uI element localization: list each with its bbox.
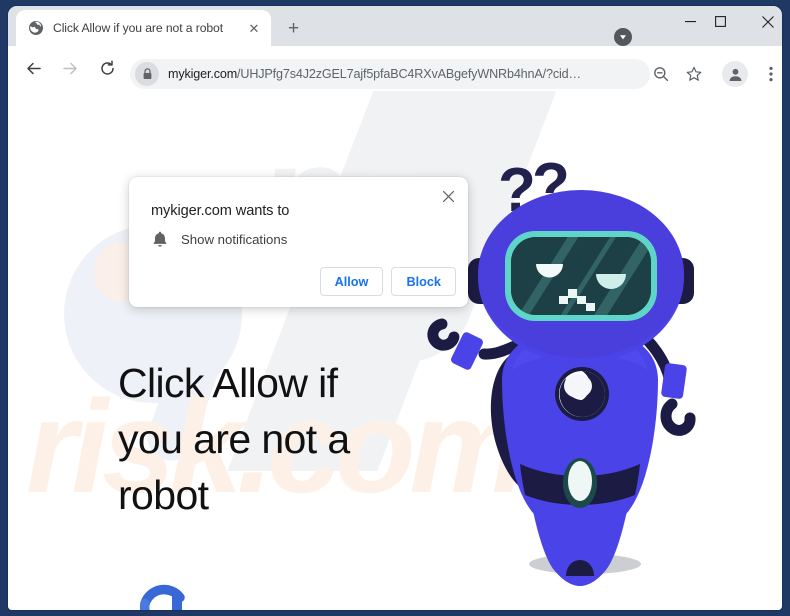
page-viewport: pc risk.com Click Allow if you are not a…	[8, 91, 782, 610]
block-button[interactable]: Block	[391, 267, 456, 296]
window-close-button[interactable]	[745, 6, 782, 37]
notification-permission-dialog: mykiger.com wants to Show notifications …	[129, 177, 468, 307]
url-text: mykiger.com/UHJPfg7s4J2zGEL7ajf5pfaBC4RX…	[168, 67, 581, 81]
bookmark-star-icon[interactable]	[681, 61, 707, 87]
lock-icon[interactable]	[135, 62, 159, 86]
dialog-title: mykiger.com wants to	[151, 203, 290, 219]
globe-icon	[28, 20, 44, 36]
dialog-actions: Allow Block	[319, 267, 456, 296]
window-maximize-button[interactable]	[698, 6, 743, 37]
page-headline: Click Allow if you are not a robot	[118, 360, 350, 518]
back-icon[interactable]	[19, 55, 47, 83]
dialog-permission-row: Show notifications	[151, 230, 287, 248]
browser-window: Click Allow if you are not a robot ✕ + m…	[8, 6, 782, 610]
tab-title: Click Allow if you are not a robot	[53, 21, 224, 35]
browser-tab[interactable]: Click Allow if you are not a robot ✕	[16, 10, 271, 46]
reload-icon[interactable]	[93, 55, 121, 83]
close-icon[interactable]	[438, 186, 458, 206]
profile-avatar[interactable]	[722, 61, 748, 87]
allow-button[interactable]: Allow	[319, 267, 384, 296]
robot-illustration: ? ?	[420, 146, 740, 610]
dialog-permission-label: Show notifications	[181, 231, 288, 247]
address-bar[interactable]: mykiger.com/UHJPfg7s4J2zGEL7ajf5pfaBC4RX…	[130, 59, 650, 89]
tab-strip: Click Allow if you are not a robot ✕ +	[8, 6, 782, 46]
zoom-out-icon[interactable]	[648, 61, 674, 87]
close-icon[interactable]: ✕	[245, 19, 263, 37]
bell-icon	[151, 230, 169, 248]
forward-icon[interactable]	[56, 55, 84, 83]
new-tab-button[interactable]: +	[280, 15, 307, 42]
download-icon[interactable]	[614, 28, 632, 46]
chrome-menu-icon[interactable]	[758, 61, 782, 87]
ecaptcha-logo: E-CAPTCHA	[130, 583, 200, 610]
